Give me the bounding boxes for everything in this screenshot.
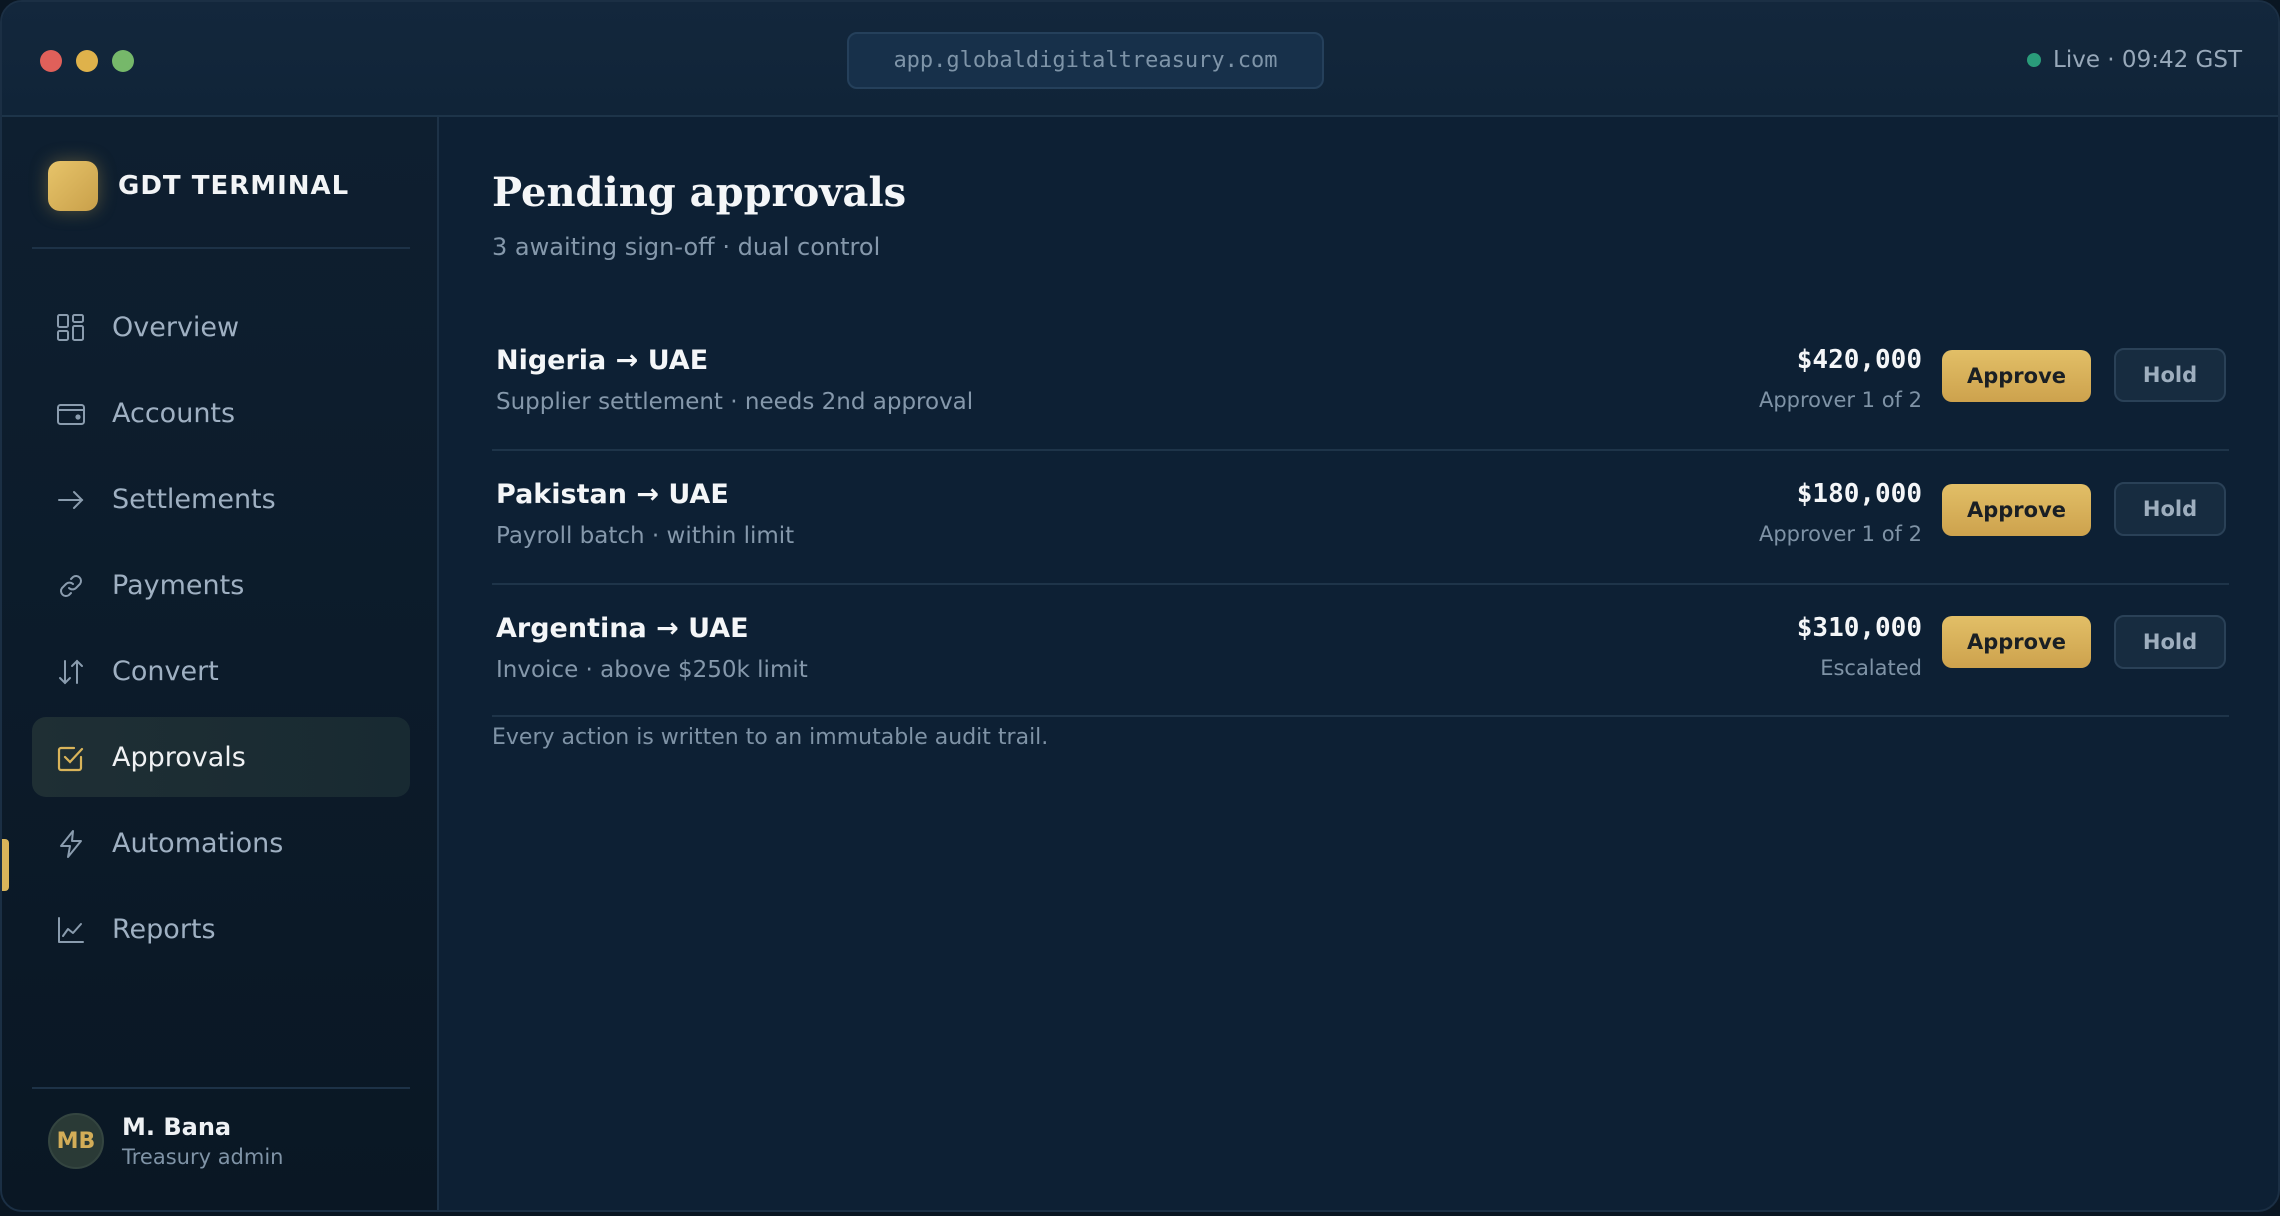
- live-indicator-icon: [2027, 53, 2042, 67]
- url-bar[interactable]: app.globaldigitaltreasury.com: [847, 32, 1324, 89]
- approval-route: Argentina → UAE: [496, 613, 749, 644]
- approval-route: Nigeria → UAE: [496, 345, 709, 376]
- approval-description: Payroll batch · within limit: [496, 523, 795, 549]
- hold-button[interactable]: Hold: [2114, 615, 2226, 669]
- app-window: app.globaldigitaltreasury.com Live · 09:…: [0, 0, 2280, 1212]
- sidebar-item-label: Accounts: [112, 397, 236, 429]
- approval-description: Supplier settlement · needs 2nd approval: [496, 389, 974, 415]
- audit-footnote: Every action is written to an immutable …: [492, 725, 1049, 750]
- sidebar-item-accounts[interactable]: Accounts: [32, 373, 410, 453]
- approval-row: Nigeria → UAE Supplier settlement · need…: [492, 317, 2229, 451]
- sidebar-item-label: Overview: [112, 311, 240, 343]
- approval-amount: $420,000: [1796, 345, 1922, 375]
- approval-route: Pakistan → UAE: [496, 479, 729, 510]
- sidebar-item-label: Automations: [112, 827, 284, 859]
- user-name: M. Bana: [122, 1113, 232, 1141]
- sidebar-item-label: Convert: [112, 655, 219, 687]
- live-status-text: Live · 09:42 GST: [2053, 47, 2242, 73]
- approve-button[interactable]: Approve: [1942, 484, 2091, 536]
- page-title: Pending approvals: [492, 169, 907, 216]
- brand[interactable]: GDT TERMINAL: [48, 161, 349, 211]
- sidebar-item-reports[interactable]: Reports: [32, 889, 410, 969]
- approval-amount: $310,000: [1796, 613, 1922, 643]
- arrow-right-icon: [56, 485, 86, 515]
- active-indicator: [2, 839, 9, 891]
- sidebar-item-label: Approvals: [112, 741, 246, 773]
- brand-logo: [48, 161, 98, 211]
- approval-status: Escalated: [1820, 656, 1922, 680]
- sidebar-divider: [32, 1087, 410, 1089]
- live-status: Live · 09:42 GST: [2027, 44, 2242, 76]
- wallet-icon: [56, 399, 86, 429]
- sidebar-item-label: Reports: [112, 913, 216, 945]
- minimize-window-button[interactable]: [76, 50, 98, 72]
- close-window-button[interactable]: [40, 50, 62, 72]
- approval-description: Invoice · above $250k limit: [496, 657, 808, 683]
- approval-row: Argentina → UAE Invoice · above $250k li…: [492, 585, 2229, 717]
- title-bar: app.globaldigitaltreasury.com Live · 09:…: [2, 2, 2278, 117]
- approval-amount: $180,000: [1796, 479, 1922, 509]
- sidebar-item-settlements[interactable]: Settlements: [32, 459, 410, 539]
- sidebar-nav: Overview Accounts Settlements Payments C…: [32, 287, 410, 975]
- hold-button[interactable]: Hold: [2114, 482, 2226, 536]
- sidebar-item-approvals[interactable]: Approvals: [32, 717, 410, 797]
- sidebar-item-automations[interactable]: Automations: [32, 803, 410, 883]
- grid-icon: [56, 313, 86, 343]
- link-icon: [56, 571, 86, 601]
- line-chart-icon: [56, 915, 86, 945]
- sidebar-item-label: Settlements: [112, 483, 276, 515]
- page-subtitle: 3 awaiting sign-off · dual control: [492, 233, 881, 261]
- sidebar-divider: [32, 247, 410, 249]
- approval-status: Approver 1 of 2: [1758, 388, 1922, 412]
- sidebar-item-label: Payments: [112, 569, 245, 601]
- sidebar-item-convert[interactable]: Convert: [32, 631, 410, 711]
- sidebar-item-payments[interactable]: Payments: [32, 545, 410, 625]
- checkbox-icon: [56, 743, 86, 773]
- hold-button[interactable]: Hold: [2114, 348, 2226, 402]
- bolt-icon: [56, 829, 86, 859]
- approve-button[interactable]: Approve: [1942, 616, 2091, 668]
- approval-status: Approver 1 of 2: [1758, 522, 1922, 546]
- user-role: Treasury admin: [122, 1145, 284, 1169]
- sidebar-item-overview[interactable]: Overview: [32, 287, 410, 367]
- maximize-window-button[interactable]: [112, 50, 134, 72]
- brand-name: GDT TERMINAL: [118, 171, 350, 201]
- approve-button[interactable]: Approve: [1942, 350, 2091, 402]
- approval-row: Pakistan → UAE Payroll batch · within li…: [492, 451, 2229, 585]
- swap-arrows-icon: [56, 657, 86, 687]
- user-profile[interactable]: MB M. Bana Treasury admin: [48, 1112, 284, 1170]
- main-content: Pending approvals 3 awaiting sign-off · …: [439, 117, 2278, 1210]
- sidebar: GDT TERMINAL Overview Accounts Settlemen…: [2, 117, 439, 1210]
- avatar: MB: [48, 1113, 104, 1169]
